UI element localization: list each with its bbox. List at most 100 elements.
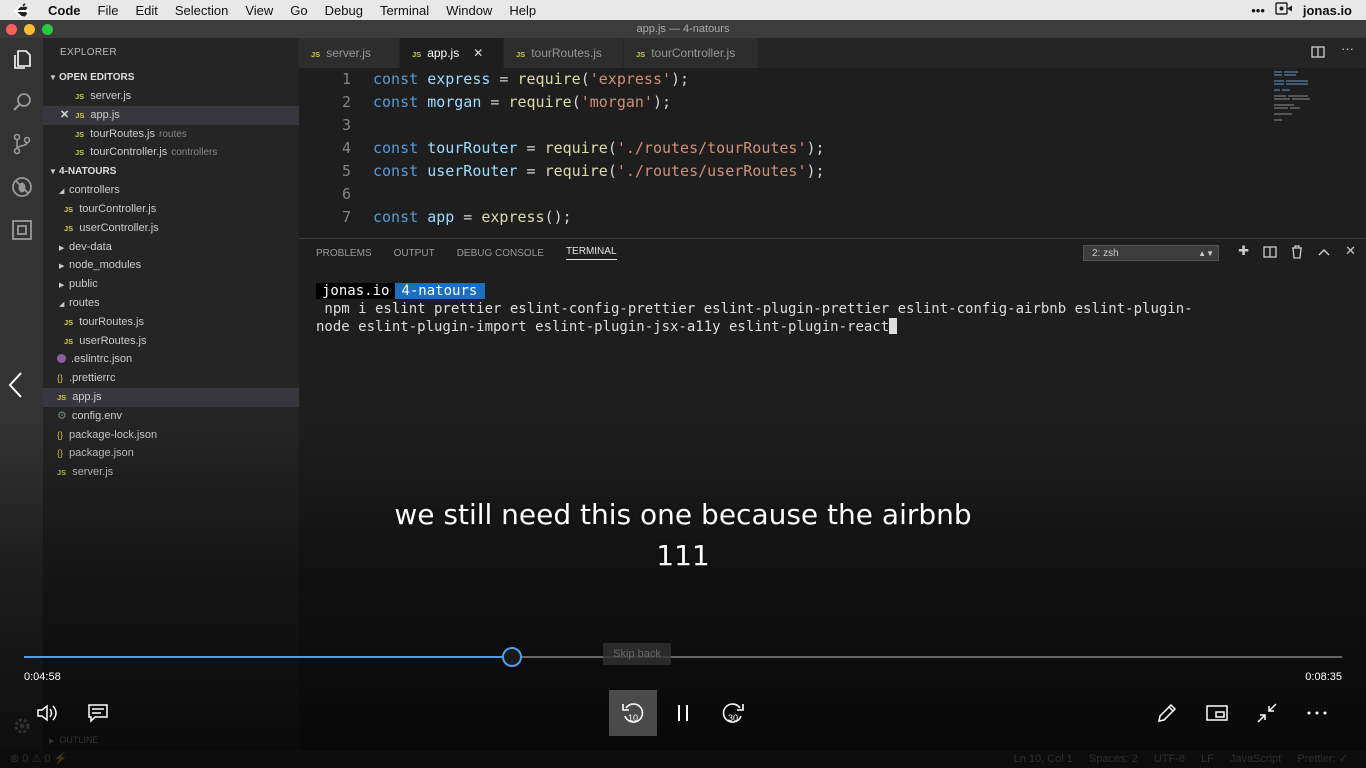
split-terminal-icon[interactable] xyxy=(1263,245,1277,259)
skip-back-button[interactable]: 10 xyxy=(609,690,657,736)
tree-file[interactable]: {} package-lock.json xyxy=(43,426,299,445)
minimap[interactable] xyxy=(1274,70,1314,122)
tab-debug-console[interactable]: DEBUG CONSOLE xyxy=(457,248,544,259)
tree-file[interactable]: JS server.js xyxy=(43,463,299,482)
close-window-button[interactable] xyxy=(6,24,17,35)
tree-file[interactable]: .eslintrc.json xyxy=(43,350,299,369)
open-editor-tourcontroller[interactable]: JS tourController.js controllers xyxy=(43,143,299,162)
open-editor-server[interactable]: JS server.js xyxy=(43,87,299,106)
eol-status[interactable]: LF xyxy=(1201,750,1214,768)
encoding-status[interactable]: UTF-8 xyxy=(1154,750,1185,768)
problems-status[interactable]: ⊗ 0 ⚠ 0 ⚡ xyxy=(10,750,67,768)
seek-bar[interactable] xyxy=(24,647,1342,667)
line-number: 1 xyxy=(341,70,351,88)
tab-tourcontroller[interactable]: JS tourController.js xyxy=(624,38,758,68)
tree-file-selected[interactable]: JS app.js xyxy=(43,387,299,407)
new-terminal-icon[interactable]: ✚ xyxy=(1238,244,1249,259)
menubar-user[interactable]: jonas.io xyxy=(1303,3,1352,18)
prettier-status[interactable]: Prettier: ✓ xyxy=(1297,750,1348,768)
extensions-icon[interactable] xyxy=(10,218,34,242)
json-file-icon: {} xyxy=(57,429,64,440)
mini-player-button[interactable] xyxy=(1193,690,1241,736)
line-number: 4 xyxy=(341,139,351,157)
eslint-icon xyxy=(57,354,66,364)
captions-button[interactable] xyxy=(74,690,122,736)
menu-debug[interactable]: Debug xyxy=(325,3,363,18)
open-editor-app[interactable]: ✕ JS app.js xyxy=(43,105,299,125)
more-actions-icon[interactable]: ··· xyxy=(1341,41,1354,58)
open-editor-tourroutes[interactable]: JS tourRoutes.js routes xyxy=(43,125,299,144)
terminal-output[interactable]: jonas.io 4-natours npm i eslint prettier … xyxy=(316,282,1356,336)
tree-file[interactable]: JS tourRoutes.js xyxy=(43,313,299,332)
project-header[interactable]: ▼ 4-NATOURS xyxy=(43,162,299,181)
debug-icon[interactable] xyxy=(10,175,34,199)
indentation-status[interactable]: Spaces: 2 xyxy=(1089,750,1138,768)
close-icon[interactable]: ✕ xyxy=(60,109,69,121)
menu-code[interactable]: Code xyxy=(48,3,81,18)
more-menu-icon[interactable]: ••• xyxy=(1251,3,1265,18)
back-arrow-icon[interactable] xyxy=(12,3,32,19)
tab-problems[interactable]: PROBLEMS xyxy=(316,248,372,259)
menu-terminal[interactable]: Terminal xyxy=(380,3,429,18)
pause-button[interactable] xyxy=(659,690,707,736)
folder-dev-data[interactable]: ▶ dev-data xyxy=(43,238,299,257)
tree-label: tourRoutes.js xyxy=(79,315,144,328)
tree-label: package.json xyxy=(69,447,134,460)
menu-view[interactable]: View xyxy=(245,3,273,18)
tab-output[interactable]: OUTPUT xyxy=(394,248,435,259)
tree-file[interactable]: ⚙ config.env xyxy=(43,407,299,426)
folder-public[interactable]: ▶ public xyxy=(43,275,299,294)
minimize-window-button[interactable] xyxy=(24,24,35,35)
close-icon[interactable]: ✕ xyxy=(473,46,483,60)
screen-record-icon[interactable] xyxy=(1275,2,1293,18)
open-editors-header[interactable]: ▼ OPEN EDITORS xyxy=(43,68,299,87)
volume-button[interactable] xyxy=(24,690,72,736)
trash-icon[interactable] xyxy=(1291,245,1303,259)
tree-file[interactable]: JS userRoutes.js xyxy=(43,332,299,351)
js-file-icon: JS xyxy=(636,50,646,59)
tree-file[interactable]: JS userController.js xyxy=(43,219,299,238)
folder-node-modules[interactable]: ▶ node_modules xyxy=(43,256,299,275)
menu-help[interactable]: Help xyxy=(509,3,536,18)
tab-server[interactable]: JS server.js xyxy=(299,38,400,68)
zoom-window-button[interactable] xyxy=(42,24,53,35)
more-options-icon xyxy=(1307,711,1327,715)
exit-fullscreen-icon xyxy=(1257,703,1277,723)
terminal-line: node eslint-plugin-import eslint-plugin-… xyxy=(316,318,1356,336)
exit-fullscreen-button[interactable] xyxy=(1243,690,1291,736)
terminal-select[interactable]: 2: zsh ▲▼ xyxy=(1083,245,1219,261)
code-line: 4 const tourRouter = require('./routes/to… xyxy=(299,137,1366,160)
remaining-time: 0:08:35 xyxy=(1305,671,1342,683)
tab-terminal[interactable]: TERMINAL xyxy=(565,246,617,260)
menu-file[interactable]: File xyxy=(98,3,119,18)
skip-forward-button[interactable]: 30 xyxy=(709,690,757,736)
source-control-icon[interactable] xyxy=(10,132,34,156)
chevron-up-icon[interactable] xyxy=(1317,245,1331,259)
tree-file[interactable]: {} .prettierrc xyxy=(43,369,299,388)
tree-file[interactable]: JS tourController.js xyxy=(43,200,299,219)
split-editor-icon[interactable] xyxy=(1311,46,1325,58)
menu-go[interactable]: Go xyxy=(290,3,307,18)
menu-selection[interactable]: Selection xyxy=(175,3,228,18)
folder-controllers[interactable]: ◢ controllers xyxy=(43,181,299,200)
code-editor[interactable]: 1 const express = require('express'); 2 co… xyxy=(299,68,1366,238)
tab-app[interactable]: JS app.js ✕ xyxy=(400,38,504,68)
code-line: 7 const app = express(); xyxy=(299,206,1366,229)
files-icon[interactable] xyxy=(10,48,34,72)
search-icon[interactable] xyxy=(10,90,34,114)
more-options-button[interactable] xyxy=(1293,690,1341,736)
tree-file[interactable]: {} package.json xyxy=(43,444,299,463)
chevron-left-icon[interactable] xyxy=(6,370,26,400)
folder-routes[interactable]: ◢ routes xyxy=(43,294,299,313)
close-panel-icon[interactable]: ✕ xyxy=(1345,244,1356,259)
rewind-10-icon: 10 xyxy=(622,703,644,723)
cursor-position[interactable]: Ln 10, Col 1 xyxy=(1014,750,1073,768)
svg-text:10: 10 xyxy=(628,713,638,723)
chevron-down-icon: ▼ xyxy=(49,167,57,177)
menu-window[interactable]: Window xyxy=(446,3,492,18)
language-status[interactable]: JavaScript xyxy=(1230,750,1281,768)
seek-thumb[interactable] xyxy=(501,647,522,667)
annotate-button[interactable] xyxy=(1143,690,1191,736)
tab-tourroutes[interactable]: JS tourRoutes.js xyxy=(504,38,624,68)
menu-edit[interactable]: Edit xyxy=(135,3,157,18)
